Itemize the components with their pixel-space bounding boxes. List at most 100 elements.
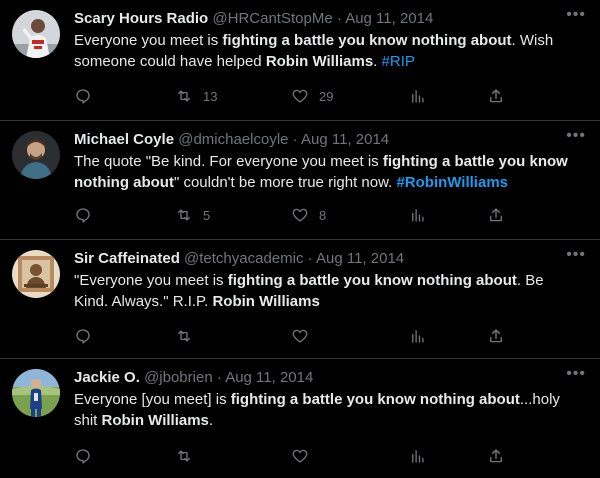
reply-button[interactable]	[74, 87, 92, 105]
more-icon[interactable]: •••	[566, 128, 586, 144]
highlighted-text: fighting a battle you know nothing about	[227, 272, 517, 289]
more-icon[interactable]: •••	[566, 366, 586, 382]
author-handle[interactable]: @tetchyacademic	[184, 250, 303, 267]
reply-icon	[76, 329, 90, 344]
tweet-text-segment: Everyone [you meet] is	[74, 391, 231, 408]
highlighted-text: fighting a battle you know nothing about	[222, 32, 512, 49]
reply-button[interactable]	[74, 447, 92, 465]
views-button[interactable]	[409, 327, 427, 345]
reply-icon	[76, 208, 90, 223]
share-button[interactable]	[487, 327, 505, 345]
reply-button[interactable]	[74, 206, 92, 224]
tweet-text-segment: .	[373, 53, 382, 70]
tweet-actions	[74, 327, 579, 347]
tweet-actions: 13 29	[74, 87, 579, 107]
heart-icon	[292, 329, 308, 343]
tweet-actions	[74, 447, 579, 467]
views-button[interactable]	[409, 87, 427, 105]
separator: ·	[336, 10, 342, 27]
share-button[interactable]	[487, 206, 505, 224]
tweet-date[interactable]: Aug 11, 2014	[225, 369, 313, 386]
retweet-button[interactable]: 5	[175, 206, 210, 224]
separator: ·	[216, 369, 222, 386]
tweet-header: Scary Hours Radio @HRCantStopMe · Aug 11…	[74, 9, 579, 29]
retweet-count: 5	[203, 207, 211, 223]
like-count: 8	[319, 207, 327, 223]
share-icon	[490, 449, 502, 463]
tweet-content: Michael Coyle @dmichaelcoyle · Aug 11, 2…	[74, 130, 579, 193]
like-button[interactable]	[291, 447, 319, 465]
tweet-text-segment: "Everyone you meet is	[74, 272, 228, 289]
separator: ·	[307, 250, 313, 267]
tweet-date[interactable]: Aug 11, 2014	[301, 131, 389, 148]
views-icon	[412, 450, 424, 463]
highlighted-text: Robin Williams	[101, 412, 209, 429]
hashtag-link[interactable]: #RIP	[382, 53, 415, 70]
more-icon[interactable]: •••	[566, 247, 586, 263]
tweet-header: Jackie O. @jbobrien · Aug 11, 2014	[74, 368, 579, 388]
like-count: 29	[319, 88, 334, 104]
tweet-text: Everyone you meet is fighting a battle y…	[74, 30, 579, 72]
highlighted-text: Robin Williams	[212, 293, 320, 310]
heart-icon	[292, 449, 308, 463]
retweet-button[interactable]	[175, 327, 203, 345]
retweet-icon	[178, 330, 190, 342]
tweet[interactable]: Scary Hours Radio @HRCantStopMe · Aug 11…	[0, 0, 600, 121]
retweet-count: 13	[203, 88, 218, 104]
separator: ·	[292, 131, 298, 148]
avatar[interactable]	[12, 131, 60, 179]
retweet-button[interactable]	[175, 447, 203, 465]
reply-icon	[76, 89, 90, 104]
author-handle[interactable]: @jbobrien	[144, 369, 213, 386]
author-handle[interactable]: @dmichaelcoyle	[178, 131, 288, 148]
author-handle[interactable]: @HRCantStopMe	[212, 10, 332, 27]
views-button[interactable]	[409, 206, 427, 224]
tweet[interactable]: Jackie O. @jbobrien · Aug 11, 2014 Every…	[0, 359, 600, 478]
heart-icon	[292, 89, 308, 103]
author-name[interactable]: Sir Caffeinated	[74, 250, 180, 267]
tweet-text-segment: " couldn't be more true right now.	[173, 174, 397, 191]
highlighted-text: Robin Williams	[265, 53, 374, 70]
share-icon	[490, 208, 502, 222]
tweet[interactable]: Sir Caffeinated @tetchyacademic · Aug 11…	[0, 240, 600, 359]
avatar[interactable]	[12, 250, 60, 298]
avatar[interactable]	[12, 369, 60, 417]
tweet-actions: 5 8	[74, 206, 579, 226]
tweet-date[interactable]: Aug 11, 2014	[316, 250, 404, 267]
more-icon[interactable]: •••	[566, 7, 586, 23]
tweet-text: Everyone [you meet] is fighting a battle…	[74, 389, 579, 431]
author-name[interactable]: Jackie O.	[74, 369, 140, 386]
tweet-text: The quote "Be kind. For everyone you mee…	[74, 151, 579, 193]
tweet[interactable]: Michael Coyle @dmichaelcoyle · Aug 11, 2…	[0, 121, 600, 240]
hashtag-link[interactable]: #RobinWilliams	[396, 174, 508, 191]
tweet-header: Michael Coyle @dmichaelcoyle · Aug 11, 2…	[74, 130, 579, 150]
tweet-header: Sir Caffeinated @tetchyacademic · Aug 11…	[74, 249, 579, 269]
share-button[interactable]	[487, 447, 505, 465]
like-button[interactable]: 8	[291, 206, 326, 224]
retweet-icon	[178, 450, 190, 462]
reply-button[interactable]	[74, 327, 92, 345]
avatar[interactable]	[12, 10, 60, 58]
tweet-feed: Scary Hours Radio @HRCantStopMe · Aug 11…	[0, 0, 600, 478]
heart-icon	[292, 208, 308, 222]
retweet-button[interactable]: 13	[175, 87, 217, 105]
like-button[interactable]	[291, 327, 319, 345]
views-icon	[412, 90, 424, 103]
views-button[interactable]	[409, 447, 427, 465]
reply-icon	[76, 449, 90, 464]
tweet-content: Jackie O. @jbobrien · Aug 11, 2014 Every…	[74, 368, 579, 431]
like-button[interactable]: 29	[291, 87, 333, 105]
share-button[interactable]	[487, 87, 505, 105]
highlighted-text: fighting a battle you know nothing about	[230, 391, 520, 408]
share-icon	[490, 329, 502, 343]
retweet-icon	[178, 209, 190, 221]
tweet-date[interactable]: Aug 11, 2014	[345, 10, 433, 27]
tweet-text-segment: Everyone you meet is	[74, 32, 223, 49]
tweet-text-segment: .	[208, 412, 214, 429]
tweet-text-segment: The quote "Be kind. For everyone you mee…	[74, 153, 383, 170]
author-name[interactable]: Michael Coyle	[74, 131, 174, 148]
author-name[interactable]: Scary Hours Radio	[74, 10, 208, 27]
views-icon	[412, 330, 424, 343]
views-icon	[412, 209, 424, 222]
tweet-text: "Everyone you meet is fighting a battle …	[74, 270, 579, 312]
